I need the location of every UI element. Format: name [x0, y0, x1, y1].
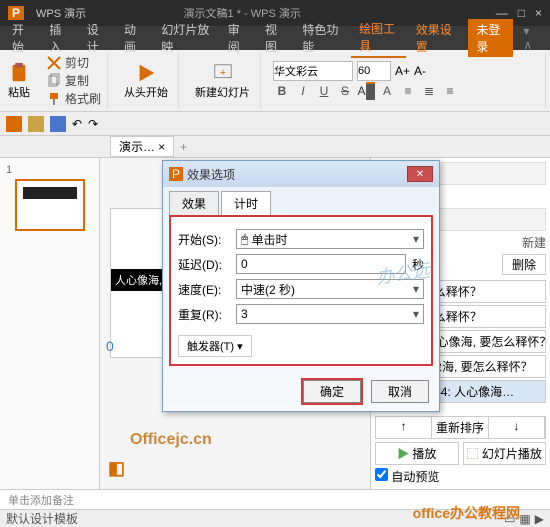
ribbon: 粘贴 剪切 复制 格式刷 从头开始 + 新建幻灯片 A+ A- B I U S … [0, 50, 550, 112]
dialog-titlebar[interactable]: P 效果选项 ✕ [163, 161, 439, 187]
minimize-button[interactable]: — [496, 6, 508, 20]
repeat-select[interactable]: 3 [236, 304, 424, 324]
speed-select[interactable]: 中速(2 秒) [236, 279, 424, 299]
delay-label: 延迟(D): [178, 256, 230, 273]
tab-effect[interactable]: 效果 [169, 191, 219, 216]
app-logo: P [8, 6, 24, 20]
reorder-label: 重新排序 [432, 417, 488, 438]
watermark-footer: office办公教程网 [413, 503, 520, 523]
slideshow-button[interactable]: ⬚ 幻灯片播放 [463, 442, 547, 465]
autopreview-checkbox[interactable]: 自动预览 [375, 468, 546, 485]
play-icon: ▶ [397, 447, 409, 461]
paste-group: 粘贴 [4, 52, 34, 109]
watermark-url: Officejc.cn [130, 431, 212, 449]
fromhead-button[interactable]: 从头开始 [124, 84, 168, 100]
delay-unit: 秒 [412, 256, 424, 273]
add-tab-button[interactable]: + [174, 140, 193, 154]
save-icon[interactable] [50, 116, 66, 132]
menu-overflow[interactable]: ▾ ∧ [515, 22, 546, 54]
font-size-select[interactable] [357, 61, 391, 81]
paste-icon [8, 62, 30, 84]
strike-button[interactable]: S [336, 82, 354, 100]
slide-number: 1 [6, 164, 12, 176]
thumbnail-panel: 1 [0, 158, 100, 489]
view-sorter-icon[interactable]: ▦ [519, 512, 530, 526]
maximize-button[interactable]: □ [518, 6, 525, 20]
menu-bar: 开始 插入 设计 动画 幻灯片放映 审阅 视图 特色功能 绘图工具 效果设置 未… [0, 26, 550, 50]
scissors-icon [46, 55, 62, 71]
repeat-label: 重复(R): [178, 306, 230, 323]
svg-text:+: + [219, 66, 225, 78]
bullets-button[interactable]: ≡ [399, 82, 417, 100]
reorder-down[interactable]: ↓ [489, 417, 545, 438]
effect-options-dialog: P 效果选项 ✕ 效果 计时 开始(S): 🖱 单击时 延迟(D): 0 秒 速… [162, 160, 440, 412]
mouse-icon: 🖱 [241, 232, 248, 247]
cut-button[interactable]: 剪切 [46, 54, 101, 71]
italic-button[interactable]: I [294, 82, 312, 100]
cancel-button[interactable]: 取消 [371, 380, 429, 403]
new-doc-icon[interactable] [6, 116, 22, 132]
new-slide-icon: + [212, 62, 234, 84]
open-icon[interactable] [28, 116, 44, 132]
font-shrink[interactable]: A- [414, 64, 426, 78]
bold-button[interactable]: B [273, 82, 291, 100]
start-label: 开始(S): [178, 231, 230, 248]
dialog-close-button[interactable]: ✕ [407, 166, 433, 182]
play-button[interactable]: ▶ 播放 [375, 442, 459, 465]
align-button[interactable]: ≡ [441, 82, 459, 100]
font-name-select[interactable] [273, 61, 353, 81]
start-select[interactable]: 🖱 单击时 [236, 229, 424, 249]
font-color-button[interactable]: A [357, 82, 375, 100]
slide-thumbnail-1[interactable] [15, 179, 85, 231]
underline-button[interactable]: U [315, 82, 333, 100]
tab-close-icon[interactable]: × [158, 140, 165, 154]
anim-marker-1: 0 [106, 338, 114, 354]
remove-button[interactable]: 删除 [502, 254, 546, 275]
speed-label: 速度(E): [178, 281, 230, 298]
reorder-up[interactable]: ↑ [376, 417, 432, 438]
dialog-icon: P [169, 167, 183, 181]
delay-spinner[interactable]: 0 [236, 254, 406, 274]
highlight-button[interactable]: A [378, 82, 396, 100]
doc-tabstrip: 演示… × + [0, 136, 550, 158]
brush-icon [46, 91, 62, 107]
view-slideshow-icon[interactable]: ▶ [535, 512, 544, 526]
template-name: 默认设计模板 [6, 510, 78, 527]
close-button[interactable]: × [535, 6, 542, 20]
office-logo-icon: ◧ [108, 458, 125, 479]
numbering-button[interactable]: ≣ [420, 82, 438, 100]
paste-button[interactable]: 粘贴 [8, 84, 30, 100]
quick-toolbar: ↶ ↷ [0, 112, 550, 136]
redo-button[interactable]: ↷ [88, 117, 98, 131]
reorder-bar: ↑ 重新排序 ↓ [375, 416, 546, 439]
tab-timing[interactable]: 计时 [221, 191, 271, 216]
ok-button[interactable]: 确定 [303, 380, 361, 403]
newslide-button[interactable]: 新建幻灯片 [195, 84, 250, 100]
doc-tab[interactable]: 演示… × [110, 136, 174, 157]
undo-button[interactable]: ↶ [72, 117, 82, 131]
screen-icon: ⬚ [467, 447, 479, 461]
play-icon [135, 62, 157, 84]
trigger-button[interactable]: 触发器(T) ▾ [178, 335, 252, 357]
font-grow[interactable]: A+ [395, 64, 410, 78]
dialog-title: 效果选项 [187, 166, 235, 183]
format-painter-button[interactable]: 格式刷 [46, 90, 101, 107]
dialog-body: 开始(S): 🖱 单击时 延迟(D): 0 秒 速度(E): 中速(2 秒) 重… [169, 215, 433, 366]
copy-button[interactable]: 复制 [46, 72, 101, 89]
copy-icon [46, 73, 62, 89]
